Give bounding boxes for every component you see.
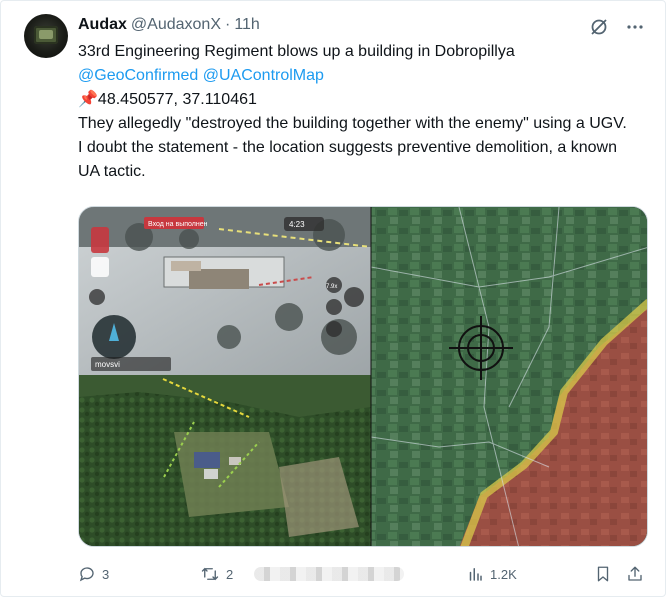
pin-icon: 📌 [78,91,98,108]
header-separator: · [224,16,231,33]
avatar-emblem-inner [39,30,53,39]
coordinates-text: 48.450577, 37.110461 [97,91,257,108]
mention-link[interactable]: @GeoConfirmed [78,67,198,84]
author-handle[interactable]: @AudaxonX [131,16,221,34]
repost-button[interactable]: 2 [200,565,233,583]
satellite-panel [79,375,371,546]
drone-video-panel: Вход на выполнен 4:23 movsvi 7.9x [79,207,372,375]
repost-icon [201,567,219,581]
tweet-top-actions [588,16,646,38]
reply-count: 3 [102,566,110,582]
zoom-indicator: 7.9x [326,284,337,290]
drone-brand: movsvi [95,360,120,369]
reply-button[interactable]: 3 [78,565,109,583]
grok-icon[interactable] [588,16,610,38]
author-name[interactable]: Audax [78,16,127,34]
share-button[interactable] [626,565,644,583]
views-button[interactable]: 1.2K [466,565,517,583]
bookmark-icon [597,566,609,582]
mention-link[interactable]: @UAControlMap [203,67,324,84]
tweet-text: 33rd Engineering Regiment blows up a bui… [78,40,638,184]
tweet-timestamp[interactable]: 11h [234,16,260,34]
more-icon[interactable] [624,16,646,38]
bookmark-button[interactable] [594,565,612,583]
view-count: 1.2K [490,566,517,582]
drone-time: 4:23 [289,220,305,229]
tweet-line-mentions: @GeoConfirmed @UAControlMap [78,64,638,88]
tweet-line-claim: They allegedly "destroyed the building t… [78,115,627,132]
map-panel [370,207,647,546]
repost-count: 2 [226,566,234,582]
tweet-action-bar: 3 2 1.2K [78,562,648,586]
share-icon [628,566,642,581]
tweet-header: Audax @AudaxonX · 11h [78,14,260,36]
reply-icon [79,567,94,582]
media-composite: Вход на выполнен 4:23 movsvi 7.9x [79,207,647,546]
like-button[interactable] [254,567,410,581]
drone-overlay-label: Вход на выполнен [148,221,208,228]
tweet-line-title: 33rd Engineering Regiment blows up a bui… [78,43,515,60]
views-icon [469,568,482,581]
tweet-line-coordinates: 📌48.450577, 37.110461 [78,88,638,112]
tweet-line-opinion: I doubt the statement - the location sug… [78,139,617,180]
avatar[interactable] [24,14,68,58]
like-area-blurred [254,567,404,581]
tweet-media-image[interactable]: Вход на выполнен 4:23 movsvi 7.9x [78,206,648,547]
